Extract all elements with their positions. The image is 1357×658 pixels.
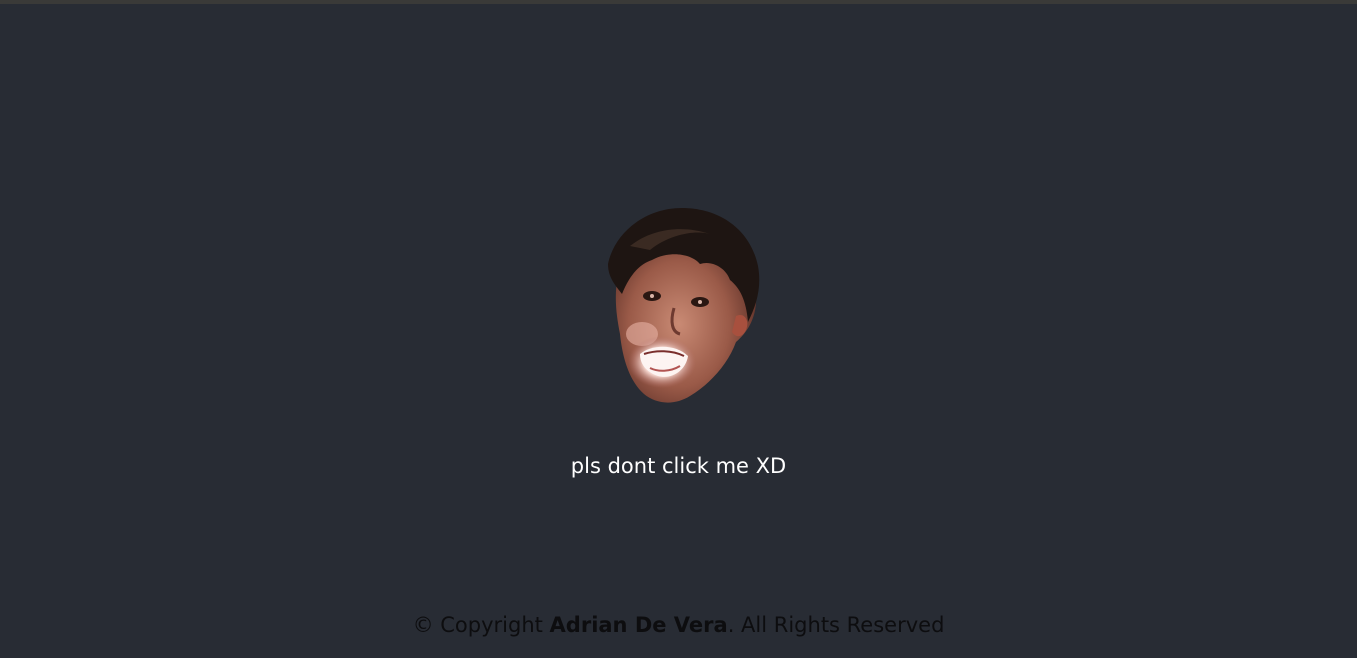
footer-prefix: © Copyright bbox=[412, 613, 550, 637]
footer-author-name: Adrian De Vera bbox=[549, 613, 728, 637]
face-image-button[interactable] bbox=[600, 204, 765, 409]
footer-copyright: © Copyright Adrian De Vera. All Rights R… bbox=[0, 611, 1357, 639]
caption-text: pls dont click me XD bbox=[570, 454, 787, 478]
face-photo bbox=[608, 208, 760, 403]
footer-suffix: . All Rights Reserved bbox=[727, 613, 945, 637]
top-edge-strip bbox=[0, 0, 1357, 4]
